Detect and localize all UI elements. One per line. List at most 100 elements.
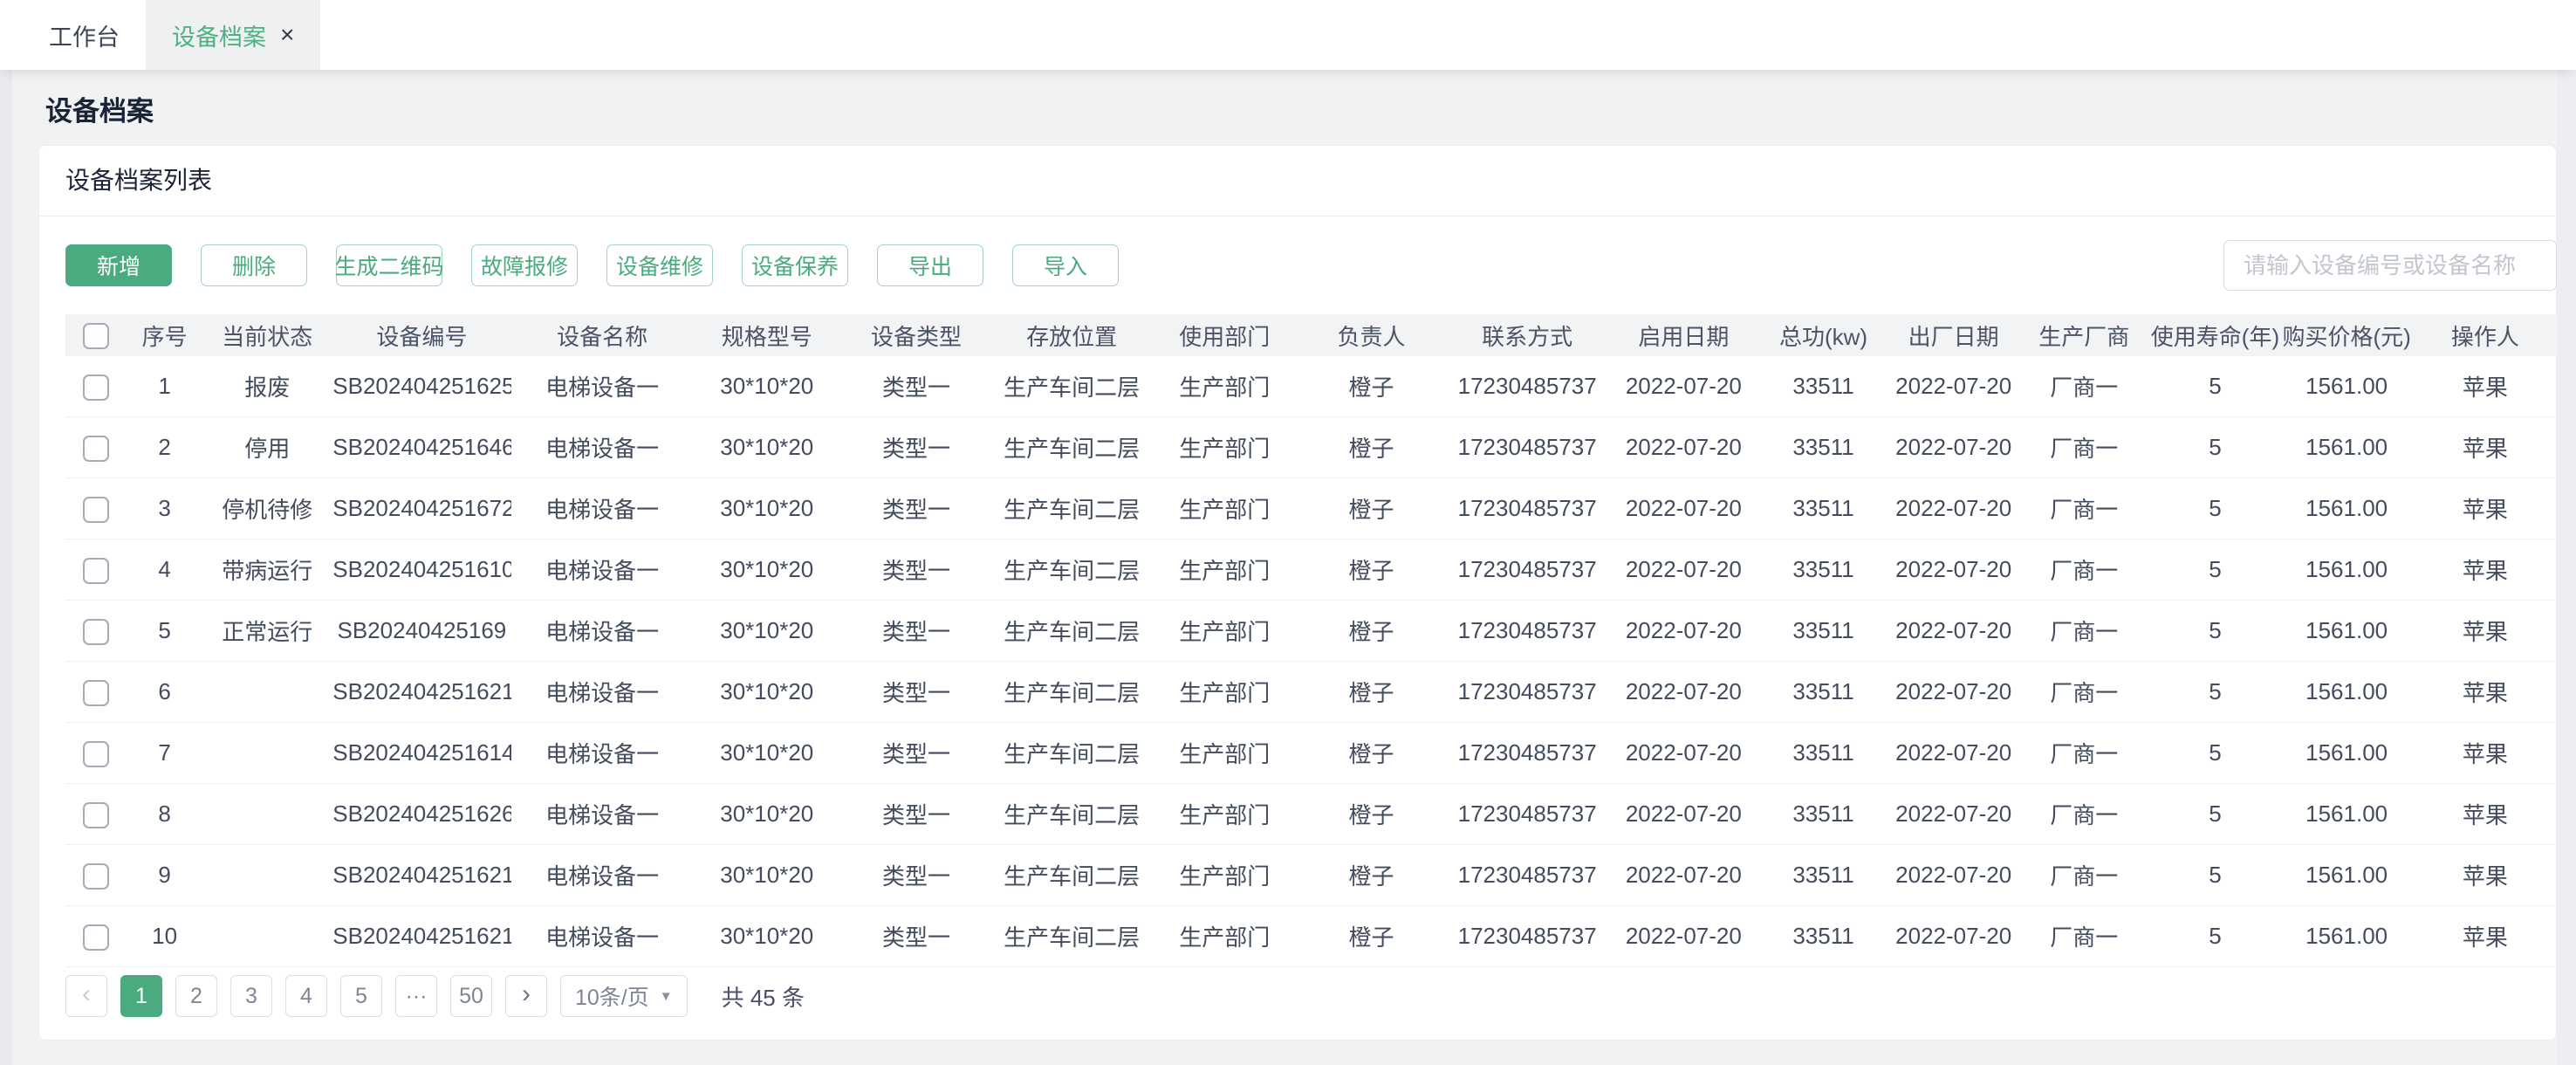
- table-cell: 33511: [1758, 906, 1888, 967]
- table-cell: 厂商一: [2018, 356, 2149, 417]
- tab-device-archive[interactable]: 设备档案 ×: [146, 0, 320, 70]
- table-cell: 厂商一: [2018, 845, 2149, 906]
- row-checkbox-cell: [65, 601, 127, 662]
- tab-close-icon[interactable]: ×: [280, 23, 294, 47]
- table-cell: 生产部门: [1152, 417, 1297, 478]
- table-cell: 30*10*20: [693, 723, 841, 784]
- device-name-link[interactable]: 电梯设备一: [511, 478, 692, 539]
- device-name-link[interactable]: 电梯设备一: [511, 417, 692, 478]
- table-cell: 生产部门: [1152, 601, 1297, 662]
- row-checkbox-cell: [65, 539, 127, 601]
- table-cell: 3: [127, 478, 202, 539]
- row-checkbox[interactable]: [83, 802, 109, 828]
- row-checkbox[interactable]: [83, 374, 109, 401]
- pagination-next-button[interactable]: ›: [505, 975, 547, 1017]
- main-content: 设备档案 设备档案列表 新增删除生成二维码故障报修设备维修设备保养导出导入: [0, 70, 2576, 1065]
- device-name-link[interactable]: 电梯设备一: [511, 906, 692, 967]
- column-header: 当前状态: [202, 314, 332, 356]
- table-cell: 橙子: [1297, 662, 1445, 723]
- page-button[interactable]: 5: [340, 975, 382, 1017]
- table-cell: 生产部门: [1152, 723, 1297, 784]
- row-checkbox[interactable]: [83, 436, 109, 462]
- table-cell: [202, 662, 332, 723]
- column-header: 出厂日期: [1888, 314, 2018, 356]
- page-size-select[interactable]: 10条/页 ▼: [560, 975, 688, 1017]
- row-checkbox[interactable]: [83, 863, 109, 890]
- row-checkbox-cell: [65, 723, 127, 784]
- tab-workbench[interactable]: 工作台: [23, 0, 146, 70]
- table-cell: 17230485737: [1446, 356, 1609, 417]
- table-cell: 苹果: [2413, 723, 2558, 784]
- table-cell: 苹果: [2413, 906, 2558, 967]
- table-cell: 生产车间二层: [991, 417, 1152, 478]
- row-checkbox[interactable]: [83, 558, 109, 584]
- tab-workbench-label: 工作台: [49, 18, 120, 52]
- toolbar-button[interactable]: 导入: [1012, 244, 1119, 286]
- device-name-link[interactable]: 电梯设备一: [511, 539, 692, 601]
- table-cell: 正常运行: [202, 601, 332, 662]
- right-edge-strip: [2557, 70, 2576, 1065]
- toolbar-button[interactable]: 导出: [877, 244, 983, 286]
- table-cell: 橙子: [1297, 906, 1445, 967]
- page-button[interactable]: 1: [120, 975, 162, 1017]
- row-checkbox[interactable]: [83, 924, 109, 951]
- toolbar-button[interactable]: 删除: [201, 244, 307, 286]
- table-cell: 生产部门: [1152, 539, 1297, 601]
- pagination-prev-button[interactable]: ‹: [65, 975, 107, 1017]
- table-cell: 6: [127, 662, 202, 723]
- table-cell: 2022-07-20: [1609, 417, 1758, 478]
- table-cell: 2022-07-20: [1888, 784, 2018, 845]
- device-name-link[interactable]: 电梯设备一: [511, 845, 692, 906]
- row-checkbox[interactable]: [83, 741, 109, 767]
- table-cell: 33511: [1758, 845, 1888, 906]
- column-header: 设备名称: [511, 314, 692, 356]
- device-name-link[interactable]: 电梯设备一: [511, 723, 692, 784]
- table-cell: 橙子: [1297, 784, 1445, 845]
- toolbar-button[interactable]: 设备维修: [606, 244, 713, 286]
- table-cell: 17230485737: [1446, 723, 1609, 784]
- table-cell: 生产部门: [1152, 845, 1297, 906]
- table-cell: 苹果: [2413, 417, 2558, 478]
- device-name-link[interactable]: 电梯设备一: [511, 601, 692, 662]
- table-cell: 苹果: [2413, 478, 2558, 539]
- row-checkbox-cell: [65, 662, 127, 723]
- select-all-checkbox[interactable]: [83, 323, 109, 349]
- table-row: 2停用SB202404251646电梯设备一30*10*20类型一生产车间二层生…: [65, 417, 2558, 478]
- page-button[interactable]: 50: [450, 975, 492, 1017]
- table-cell: 1561.00: [2281, 662, 2413, 723]
- table-cell: 33511: [1758, 784, 1888, 845]
- table-cell: 30*10*20: [693, 662, 841, 723]
- table-cell: 1561.00: [2281, 906, 2413, 967]
- app-screen: 工作台 设备档案 × 设备档案 设备档案列表 新增删除生成二维码故障报修设备维修…: [0, 0, 2576, 1065]
- toolbar-button[interactable]: 设备保养: [742, 244, 848, 286]
- row-checkbox[interactable]: [83, 680, 109, 706]
- toolbar-button[interactable]: 生成二维码: [336, 244, 442, 286]
- table-cell: 停机待修: [202, 478, 332, 539]
- table-cell: 8: [127, 784, 202, 845]
- page-button[interactable]: 4: [285, 975, 327, 1017]
- table-cell: 17230485737: [1446, 417, 1609, 478]
- device-name-link[interactable]: 电梯设备一: [511, 784, 692, 845]
- table-cell: 2022-07-20: [1609, 356, 1758, 417]
- device-name-link[interactable]: 电梯设备一: [511, 356, 692, 417]
- table-cell: 2022-07-20: [1888, 539, 2018, 601]
- table-cell: 7: [127, 723, 202, 784]
- table-cell: 5: [2149, 478, 2280, 539]
- table-cell: 5: [2149, 845, 2280, 906]
- pagination-ellipsis[interactable]: ···: [395, 975, 437, 1017]
- row-checkbox[interactable]: [83, 619, 109, 645]
- table-cell: 厂商一: [2018, 662, 2149, 723]
- table-cell: 橙子: [1297, 417, 1445, 478]
- row-checkbox[interactable]: [83, 497, 109, 523]
- table-cell: 5: [2149, 539, 2280, 601]
- table-cell: 1561.00: [2281, 478, 2413, 539]
- search-input[interactable]: [2223, 240, 2557, 291]
- table-cell: 2022-07-20: [1609, 906, 1758, 967]
- table-cell: 橙子: [1297, 723, 1445, 784]
- device-table: 序号当前状态设备编号设备名称规格型号设备类型存放位置使用部门负责人联系方式启用日…: [65, 314, 2558, 967]
- device-name-link[interactable]: 电梯设备一: [511, 662, 692, 723]
- page-button[interactable]: 3: [230, 975, 272, 1017]
- page-button[interactable]: 2: [175, 975, 217, 1017]
- toolbar-button[interactable]: 故障报修: [471, 244, 578, 286]
- toolbar-button[interactable]: 新增: [65, 244, 172, 286]
